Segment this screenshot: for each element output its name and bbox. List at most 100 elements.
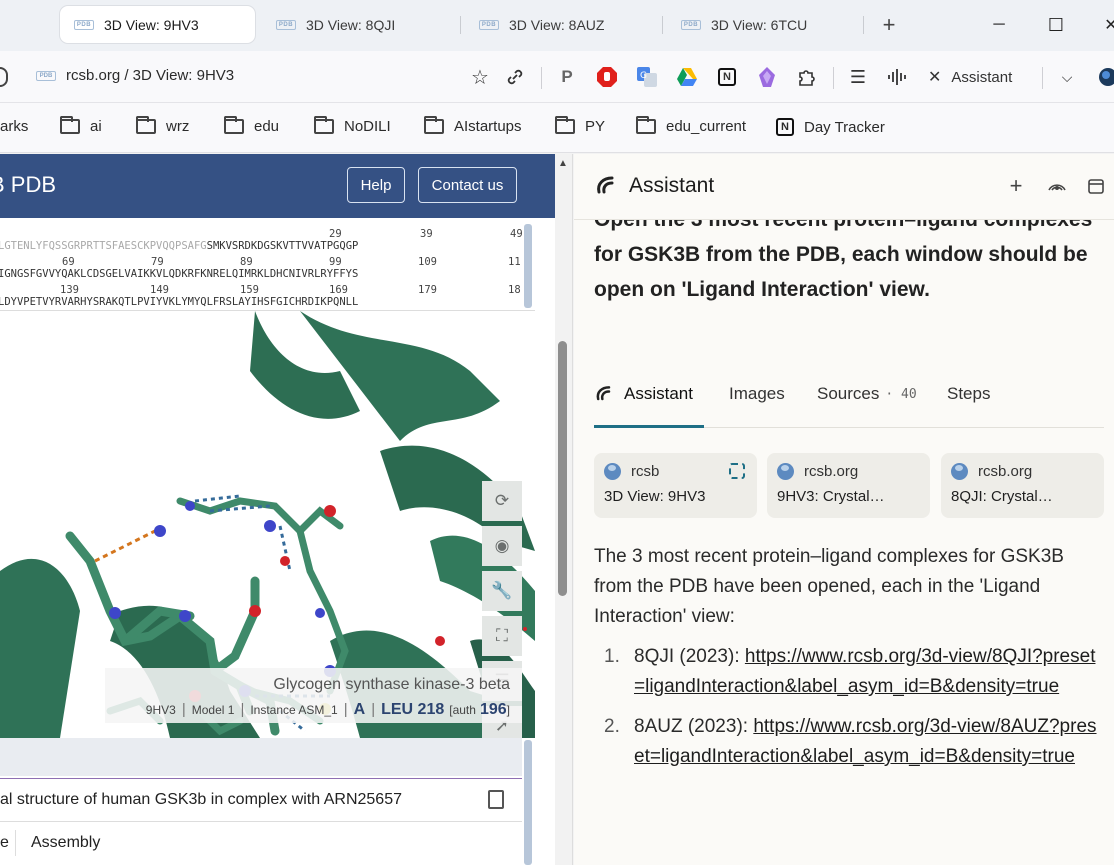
source-site-label: rcsb.org — [978, 463, 1033, 480]
broadcast-icon[interactable] — [1045, 174, 1069, 198]
globe-icon — [604, 463, 621, 480]
tab-divider — [863, 16, 864, 34]
chevron-down-icon[interactable]: ⌵ — [1055, 65, 1079, 89]
bookmark-folder-ai[interactable]: ai — [60, 116, 102, 135]
tab-assembly[interactable]: Assembly — [31, 834, 100, 852]
tab-label: 3D View: 9HV3 — [104, 16, 199, 33]
source-card[interactable]: rcsb.org 8QJI: Crystal… — [941, 453, 1104, 518]
sequence-panel[interactable]: 29 39 49 LGTENLYFQSSGRPRTTSFAESCKPVQQPSA… — [0, 218, 535, 311]
seq-row[interactable]: LGTENLYFQSSGRPRTTSFAESCKPVQQPSAFGSMKVSRD… — [0, 240, 358, 252]
audio-icon[interactable] — [886, 65, 910, 89]
bookmark-label: edu_current — [666, 118, 747, 135]
url-field[interactable]: PDB rcsb.org / 3D View: 9HV3 — [36, 67, 234, 84]
panel-band — [0, 738, 522, 776]
pdb-favicon-icon: PDB — [479, 19, 499, 30]
assistant-logo-icon — [597, 176, 614, 194]
fullscreen-icon[interactable]: ⛶ — [482, 616, 522, 656]
splitter-scrollbar-thumb[interactable] — [558, 341, 567, 596]
contact-us-button[interactable]: Contact us — [418, 167, 517, 203]
seq-number: 69 — [62, 256, 75, 268]
tab-8qji[interactable]: PDB 3D View: 8QJI — [262, 6, 457, 43]
wrench-icon[interactable]: 🔧 — [482, 571, 522, 611]
screenshot-icon[interactable]: ◉ — [482, 526, 522, 566]
share-link-icon[interactable] — [503, 65, 527, 89]
instance-label: Instance ASM_1 — [250, 703, 338, 717]
new-tab-button[interactable]: + — [876, 12, 902, 38]
seq-unmodelled: LGTENLYFQSSGRPRTTSFAESCKPVQQPSAFG — [0, 240, 207, 252]
assistant-toggle-button[interactable]: ✕ Assistant — [928, 65, 1012, 89]
minimize-button[interactable]: ─ — [986, 12, 1012, 38]
bookmark-folder-aistartups[interactable]: AIstartups — [424, 116, 522, 135]
assistant-toggle-label: Assistant — [951, 68, 1013, 86]
seq-number: 39 — [420, 228, 433, 240]
source-card[interactable]: rcsb 3D View: 9HV3 — [594, 453, 757, 518]
seq-row[interactable]: LDYVPETVYRVARHYSRAKQTLPVIYVKLYMYQLFRSLAY… — [0, 296, 358, 308]
tab-divider — [662, 16, 663, 34]
pdb-logo[interactable]: B PDB — [0, 172, 56, 198]
sources-count: · 40 — [885, 386, 917, 402]
puzzle-icon[interactable] — [795, 65, 819, 89]
history-icon[interactable] — [1085, 174, 1109, 198]
translate-icon[interactable]: G — [635, 65, 659, 89]
bookmark-label: PY — [585, 118, 606, 135]
folder-icon — [224, 116, 244, 134]
bookmark-folder-arks[interactable]: arks — [0, 118, 28, 135]
help-button[interactable]: Help — [347, 167, 405, 203]
bookmark-folder-wrz[interactable]: wrz — [136, 116, 189, 135]
tab-8auz[interactable]: PDB 3D View: 8AUZ — [465, 6, 660, 43]
bookmark-label: ai — [90, 118, 102, 135]
new-chat-icon[interactable]: + — [1004, 173, 1028, 198]
assistant-panel: Open the 3 most recent protein–ligand co… — [574, 154, 1114, 865]
vpn-icon[interactable] — [755, 65, 779, 89]
toolbar-divider — [1042, 67, 1043, 89]
tab-sources[interactable]: Sources · 40 — [817, 384, 917, 404]
page-scrollbar[interactable] — [524, 740, 532, 865]
tab-6tcu[interactable]: PDB 3D View: 6TCU — [667, 6, 862, 43]
seq-row[interactable]: IGNGSFGVVYQAKLCDSGELVAIKKVLQDKRFKNRELQIM… — [0, 268, 358, 280]
bookmark-folder-edu[interactable]: edu — [224, 116, 279, 135]
seq-number: 49 — [510, 228, 523, 240]
close-window-button[interactable]: ✕ — [1098, 12, 1114, 38]
sequence-scrollbar[interactable] — [524, 224, 532, 308]
panel-splitter[interactable]: ▲ — [555, 154, 573, 865]
source-card[interactable]: rcsb.org 9HV3: Crystal… — [767, 453, 930, 518]
folder-icon — [60, 116, 80, 134]
reset-rotate-icon[interactable]: ⟳ — [482, 481, 522, 521]
seq-number: 109 — [418, 256, 437, 268]
pdb-favicon-icon: PDB — [36, 70, 56, 81]
bookmark-label: NoDILI — [344, 118, 391, 135]
divider — [15, 830, 16, 856]
tab-images[interactable]: Images — [729, 384, 785, 404]
extension-p-icon[interactable]: P — [555, 65, 579, 89]
bookmarks-bar: arks ai wrz edu NoDILI AIstartups PY edu… — [0, 103, 1114, 153]
close-icon: ✕ — [928, 69, 942, 86]
list-number: 1. — [604, 646, 620, 667]
bookmark-day-tracker[interactable]: N Day Tracker — [776, 118, 885, 136]
drive-icon[interactable] — [675, 65, 699, 89]
maximize-button[interactable]: ☐ — [1043, 12, 1069, 38]
tab-9hv3[interactable]: PDB 3D View: 9HV3 — [60, 6, 255, 43]
copy-icon[interactable] — [488, 790, 504, 809]
seq-number: 29 — [329, 228, 342, 240]
profile-avatar[interactable] — [1096, 65, 1114, 89]
tab-assistant[interactable]: Assistant — [594, 384, 693, 404]
bookmark-folder-nodili[interactable]: NoDILI — [314, 116, 391, 135]
folder-icon — [424, 116, 444, 134]
tab-structure[interactable]: e — [0, 834, 9, 852]
bookmark-folder-edu-current[interactable]: edu_current — [636, 116, 747, 135]
item-prefix: 8QJI (2023): — [634, 646, 745, 667]
bookmark-star-icon[interactable]: ☆ — [468, 65, 492, 89]
scroll-up-icon[interactable]: ▲ — [558, 158, 568, 169]
tab-steps[interactable]: Steps — [947, 384, 990, 404]
svg-text:G: G — [640, 71, 647, 81]
list-number: 2. — [604, 716, 620, 737]
adblock-icon[interactable] — [595, 65, 619, 89]
entry-title-row: al structure of human GSK3b in complex w… — [0, 778, 522, 822]
notion-icon[interactable]: N — [715, 65, 739, 89]
scan-icon[interactable] — [729, 463, 745, 479]
bookmark-folder-py[interactable]: PY — [555, 116, 606, 135]
divider: | — [343, 701, 348, 718]
voice-icon[interactable] — [0, 67, 8, 87]
menu-icon[interactable]: ☰ — [846, 65, 870, 89]
seq-number: 159 — [240, 284, 259, 296]
